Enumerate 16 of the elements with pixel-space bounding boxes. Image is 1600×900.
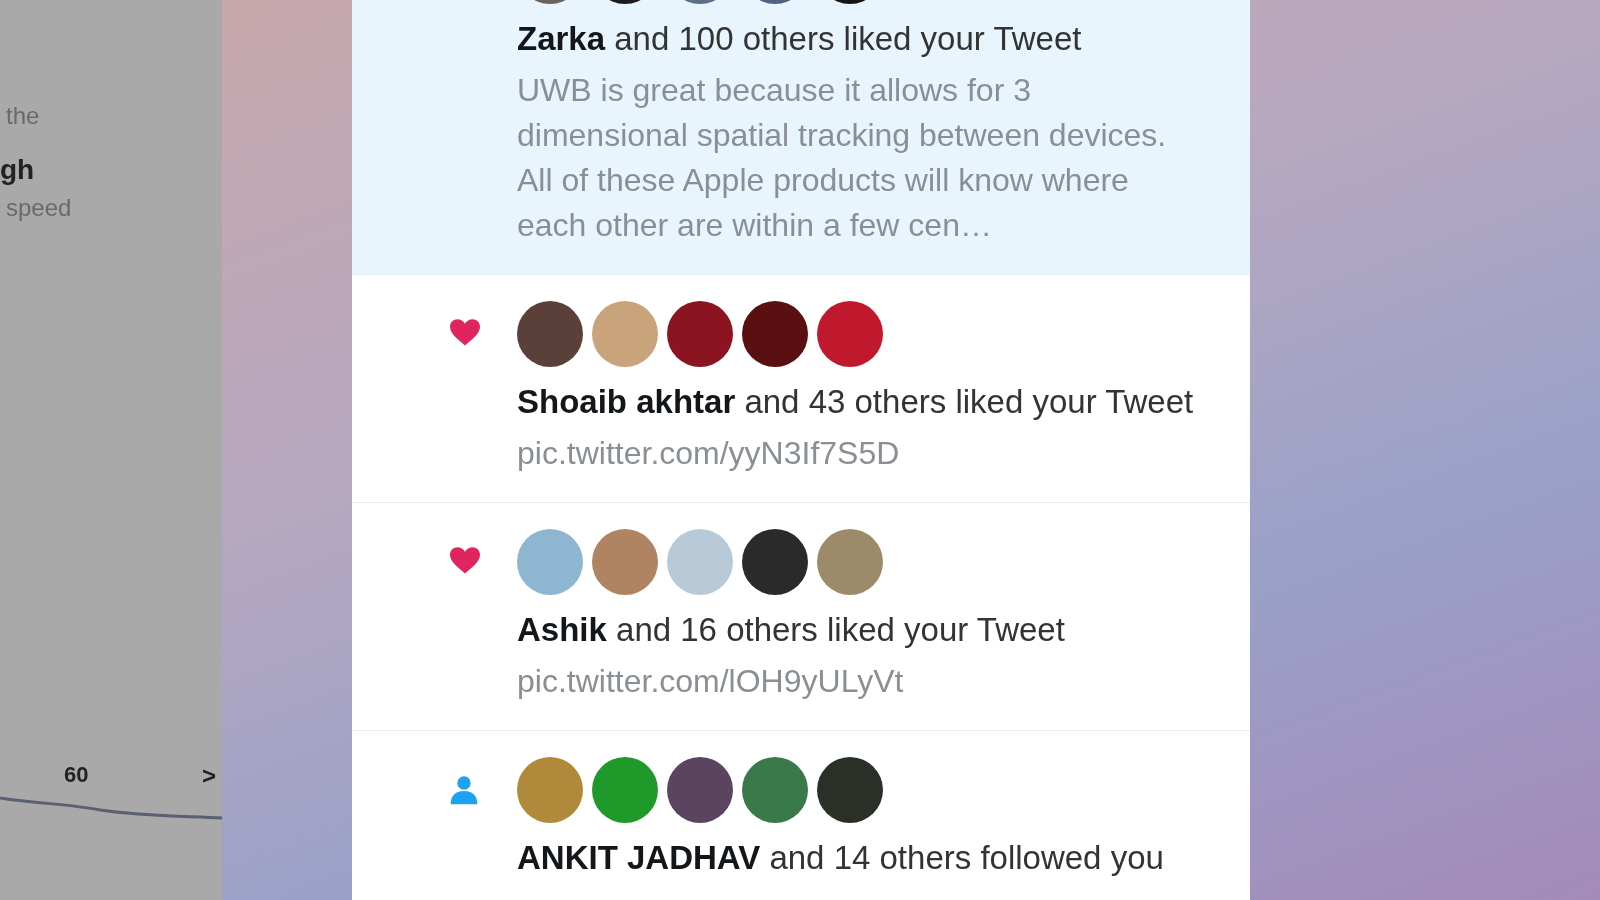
tweet-preview: UWB is great because it allows for 3 dimensional spatial tracking between devices. All of these Apple products will know where each other are within a few cen… xyxy=(517,71,1168,245)
notification-text: Ashik and 16 others liked your Tweet xyxy=(517,611,1066,649)
tweet-preview: pic.twitter.com/yyN3If7S5D xyxy=(517,434,901,473)
window-text: gh xyxy=(0,153,35,187)
person-icon xyxy=(450,775,478,807)
tweet-preview: pic.twitter.com/lOH9yULyVt xyxy=(517,662,905,701)
notification-text: Shoaib akhtar and 43 others liked your Tweet xyxy=(517,383,1194,421)
axis-label: 60 xyxy=(64,762,89,789)
notification-text: ANKIT JADHAV and 14 others followed you xyxy=(517,839,1164,877)
heart-icon xyxy=(450,319,480,347)
notification-item[interactable]: Zarka and 100 others liked your Tweet UWB is great because it allows for 3 dimensional spatial tracking between devices. All of these Apple products will know where each other are within a few cen… xyxy=(352,0,1250,275)
arrow-label: > xyxy=(202,762,216,790)
notification-text: Zarka and 100 others liked your Tweet xyxy=(517,20,1083,58)
window-text: speed xyxy=(5,193,72,223)
heart-icon xyxy=(450,547,480,575)
window-text: the xyxy=(5,101,40,131)
